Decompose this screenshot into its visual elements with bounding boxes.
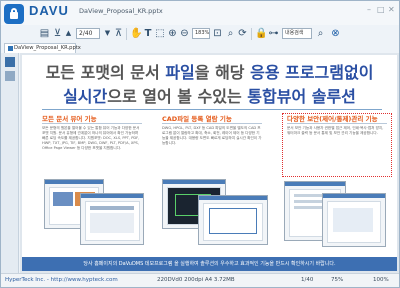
column-1-text: 모든 문형의 원본을 열어볼 수 있는 통합 뷰어 기능과 다양한 문서 포맷 … [42,126,140,150]
rotate-icon[interactable]: ⟳ [237,27,248,40]
next-page-icon[interactable]: ▼ [103,27,112,40]
settings-icon[interactable]: ⊗ [330,27,341,40]
bottom-banner: 당사 홈페이지의 DaVuDMS 데모프로그램 을 실행하여 솔루션의 우수하고… [22,257,397,271]
print-icon[interactable]: ▤ [39,27,50,40]
column-2-heading: CAD파일 등록 열람 기능 [162,115,232,123]
column-3-text: 문서 보안 기능과 사용자 권한별 접근 제어, 인쇄·복사·캡처 방지, 워터… [287,126,384,135]
minimize-icon[interactable]: – [367,5,371,14]
toolbar-separator [251,28,252,40]
first-page-icon[interactable]: ⊻ [53,27,62,40]
status-company-link[interactable]: HyperTeck Inc. - http://www.hypteck.com [5,277,118,283]
security-screenshot-2 [322,193,386,247]
hand-tool-icon[interactable]: ✋ [130,27,142,40]
title-bar: DAVU DaView_Proposal_KR.pptx – □ ✕ [1,1,399,25]
document-tab-label: DaView_Proposal_KR.pptx [14,45,81,51]
column-1-heading: 모든 문서 뷰어 기능 [42,115,97,123]
thumbnail-panel-tab[interactable] [5,57,15,67]
text-select-icon[interactable]: T [143,27,153,40]
status-bar: HyperTeck Inc. - http://www.hypteck.com … [1,273,399,287]
column-3-rule [287,123,387,124]
close-icon[interactable]: ✕ [388,5,395,14]
zoom-in-icon[interactable]: ⊕ [167,27,178,40]
headline-line-1: 모든 포맷의 문서 파일을 해당 응용 프로그램없이 [45,63,374,82]
app-brand: DAVU [29,3,69,18]
zoom-percent-input[interactable]: 183% [192,28,210,39]
lock-icon[interactable]: 🔒 [255,27,267,40]
document-tab[interactable]: DaView_Proposal_KR.pptx [4,43,81,53]
status-zoom-right: 100% [373,277,389,283]
column-2-rule [162,123,262,124]
app-lock-logo-icon [4,4,24,24]
fit-width-icon[interactable]: ⊡ [212,27,223,40]
page-number-input[interactable]: 2/40 [76,28,100,39]
zoom-out-icon[interactable]: ⊖ [179,27,190,40]
document-tab-bar: DaView_Proposal_KR.pptx [1,43,399,53]
headline-rule [42,109,382,110]
cad-screenshot-2 [198,195,268,245]
area-select-icon[interactable]: ⬚ [155,27,165,40]
document-tab-icon [8,46,13,51]
window-title: DaView_Proposal_KR.pptx [79,7,163,15]
status-zoom: 75% [331,277,344,283]
toolbar-separator [126,28,127,40]
toggle-icon[interactable]: ⊶ [268,27,279,40]
bookmark-panel-tab[interactable] [5,71,15,81]
search-input[interactable]: 내용검색 [282,28,312,39]
column-1-rule [42,123,142,124]
status-document-info: 220DVd0 200dpi A4 3.72MB [157,277,235,283]
status-page-number: 1/40 [301,277,314,283]
application-window: DAVU DaView_Proposal_KR.pptx – □ ✕ ▤ ⊻ ▲… [0,0,400,288]
last-page-icon[interactable]: ⊼ [114,27,123,40]
column-3-heading: 다양한 보안(제어/통제)관리 기능 [287,115,378,123]
headline-line-2: 실시간으로 열어 볼 수있는 통합뷰어 솔루션 [63,87,356,106]
column-2-text: DWG, HPGL, PLT, DXF 등 CAD 파일의 도면을 별도의 CA… [162,126,262,145]
maximize-icon[interactable]: □ [377,5,385,14]
search-doc-icon[interactable]: ⌕ [225,27,236,40]
document-viewport[interactable]: 모든 포맷의 문서 파일을 해당 응용 프로그램없이 실시간으로 열어 볼 수있… [20,53,399,273]
document-page: 모든 포맷의 문서 파일을 해당 응용 프로그램없이 실시간으로 열어 볼 수있… [22,55,397,271]
side-panel-rail [1,53,19,273]
toolbar: ▤ ⊻ ▲ 2/40 ▼ ⊼ ✋ T ⬚ ⊕ ⊖ 183% ⊡ ⌕ ⟳ 🔒 ⊶ … [29,25,399,43]
viewer-screenshot-2 [80,193,144,245]
search-icon[interactable]: ⌕ [315,27,326,40]
previous-page-icon[interactable]: ▲ [64,27,73,40]
